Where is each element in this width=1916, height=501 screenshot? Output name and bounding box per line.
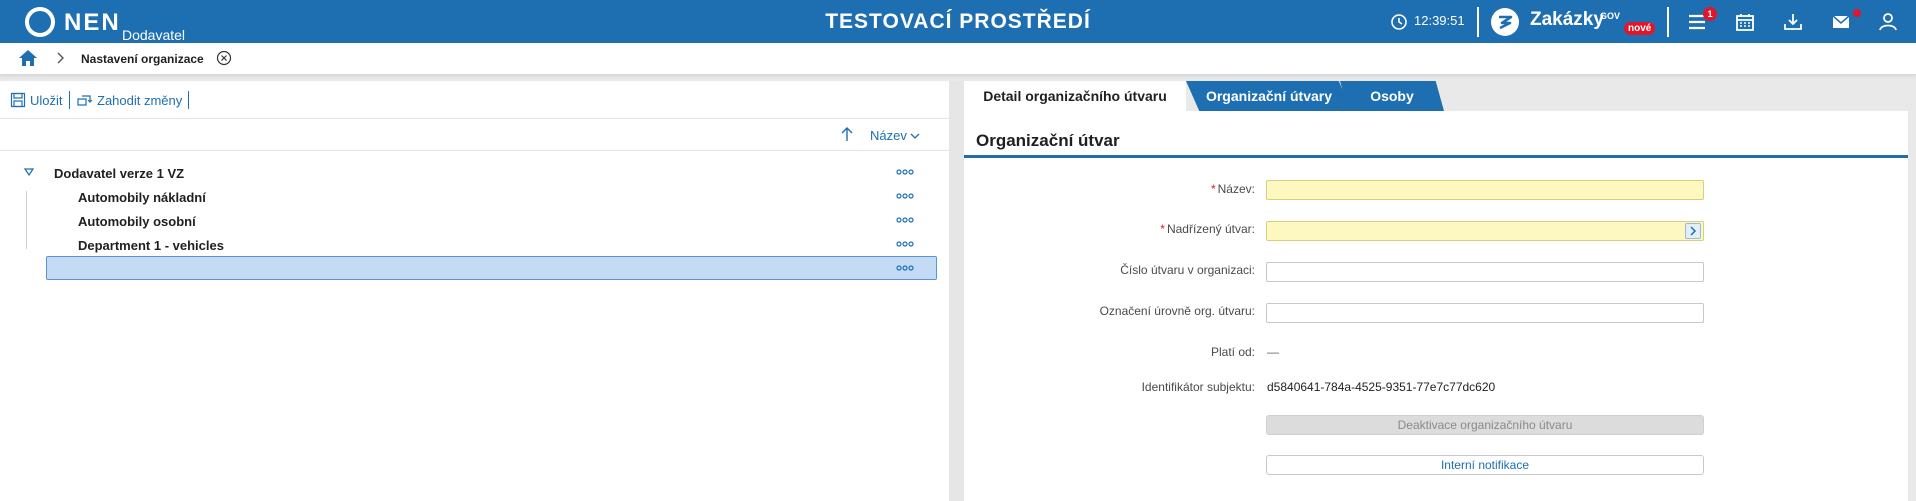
breadcrumb: Nastavení organizace (0, 43, 1916, 75)
field-label-valid-from: Platí od: (1210, 345, 1255, 359)
topbar-divider (1477, 7, 1479, 37)
mail-icon[interactable] (1830, 11, 1852, 33)
deactivate-unit-button[interactable]: Deaktivace organizačního útvaru (1266, 415, 1704, 435)
save-icon (10, 92, 26, 108)
toolbar-separator (188, 91, 189, 109)
calendar-icon[interactable] (1734, 11, 1756, 33)
user-icon[interactable] (1877, 11, 1899, 33)
discard-changes-button[interactable]: Zahodit změny (77, 91, 182, 109)
organization-tree-panel: Uložit Zahodit změny Název (0, 81, 949, 501)
zakazky-link[interactable]: Zakázky (1530, 9, 1604, 31)
sort-ascending-icon[interactable] (840, 126, 854, 142)
chevron-right-icon (1690, 226, 1697, 236)
subject-id-value: d5840641-784a-4525-9351-77e7c77dc620 (1267, 380, 1496, 394)
session-clock: 12:39:51 (1414, 13, 1465, 28)
tree-item-label: Department 1 - vehicles (78, 238, 224, 253)
unit-level-input[interactable] (1266, 303, 1704, 323)
tree-item-label: Dodavatel verze 1 VZ (54, 166, 185, 181)
undo-icon (77, 95, 93, 106)
mail-notification-dot (1853, 9, 1861, 17)
chevron-down-icon (910, 133, 920, 139)
tab-persons[interactable]: Osoby (1340, 81, 1444, 111)
tab-organizational-units[interactable]: Organizační útvary (1186, 81, 1352, 111)
parent-unit-input[interactable] (1266, 221, 1704, 241)
field-label-unit-number: Číslo útvaru v organizaci: (1120, 263, 1255, 277)
internal-notifications-button[interactable]: Interní notifikace (1266, 455, 1704, 475)
detail-tabs: Detail organizačního útvaru Organizační … (964, 81, 1916, 111)
breadcrumb-current: Nastavení organizace (81, 52, 204, 66)
zakazky-logo-icon[interactable] (1491, 8, 1519, 36)
collapse-triangle-icon[interactable] (24, 167, 34, 177)
panel-splitter[interactable] (949, 81, 964, 501)
chevron-right-icon (57, 52, 64, 64)
required-marker: * (1160, 222, 1165, 236)
section-title: Organizační útvar (976, 131, 1120, 150)
topbar-divider (1667, 7, 1669, 37)
unit-number-input[interactable] (1266, 262, 1704, 282)
section-divider (964, 155, 1908, 158)
sort-field-dropdown[interactable]: Název (870, 128, 920, 143)
discard-changes-label: Zahodit změny (97, 92, 183, 108)
sort-bar: Název (0, 119, 949, 151)
nen-logo-icon (25, 7, 55, 37)
tree-toolbar: Uložit Zahodit změny (0, 81, 949, 119)
save-button-label: Uložit (30, 92, 63, 108)
field-label-parent-unit: * Nadřízený útvar: (1160, 222, 1255, 236)
logo-text: NEN (64, 9, 121, 36)
toolbar-separator (69, 91, 70, 109)
close-tab-icon[interactable] (216, 50, 232, 66)
home-icon[interactable] (18, 49, 38, 67)
more-options-icon[interactable] (896, 166, 914, 178)
zakazky-new-badge: nové (1624, 22, 1656, 35)
field-label-unit-level: Označení úrovně org. útvaru: (1099, 304, 1255, 318)
save-button[interactable]: Uložit (10, 91, 63, 109)
name-input[interactable] (1266, 180, 1704, 200)
more-options-icon[interactable] (896, 238, 914, 250)
parent-unit-lookup-button[interactable] (1685, 223, 1701, 239)
sort-field-label: Název (870, 128, 907, 143)
logo-subtitle: Dodavatel (122, 27, 186, 43)
tree-item[interactable]: Department 1 - vehicles (0, 233, 949, 257)
zakazky-gov-label: GOV (1600, 11, 1621, 21)
clock-icon (1391, 14, 1407, 30)
menu-notification-badge: 1 (1703, 7, 1717, 21)
field-label-name: * Název: (1210, 182, 1255, 196)
tab-detail[interactable]: Detail organizačního útvaru (964, 81, 1186, 111)
top-bar: NEN Dodavatel TESTOVACÍ PROSTŘEDÍ 12:39:… (0, 0, 1916, 43)
field-label-subject-id: Identifikátor subjektu: (1141, 380, 1255, 394)
required-marker: * (1210, 182, 1216, 196)
valid-from-value: — (1267, 345, 1279, 359)
download-icon[interactable] (1782, 11, 1804, 33)
